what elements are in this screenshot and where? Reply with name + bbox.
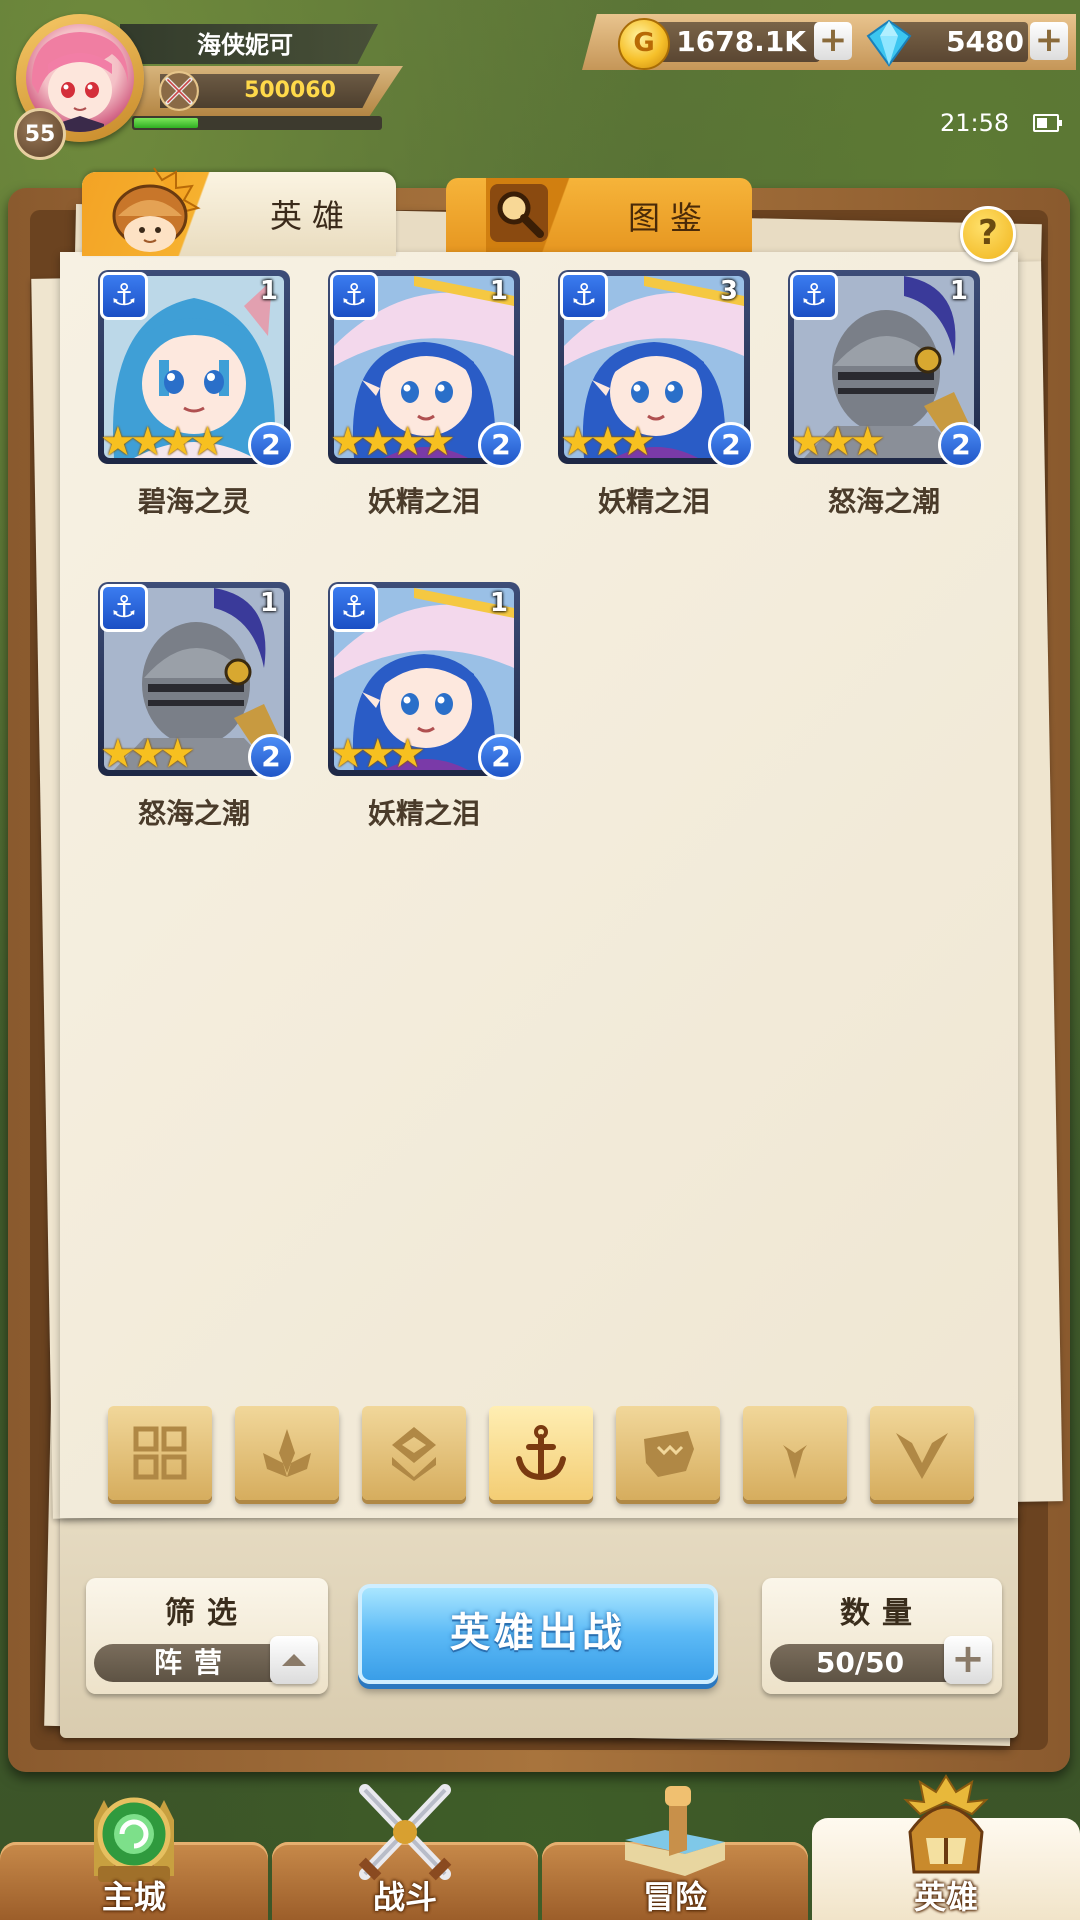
hero-name: 怒海之潮 (827, 485, 940, 518)
hero-name: 妖精之泪 (367, 485, 480, 518)
status-clock: 21:58 (940, 109, 1010, 137)
filter-button-horn-faction[interactable] (743, 1406, 847, 1500)
hero-name: 怒海之潮 (137, 797, 250, 830)
nav-label: 英雄 (913, 1878, 978, 1916)
player-level-badge: 55 (14, 108, 66, 160)
count-panel-title: 数量 (840, 1596, 924, 1631)
nav-label: 冒险 (642, 1878, 707, 1916)
hero-copies: 1 (489, 276, 508, 306)
anchor-faction-icon: ⚓ (330, 272, 378, 320)
hero-card[interactable]: ⚓ 1 ★★★ 2 (788, 270, 984, 468)
hero-count: 50/50 (815, 1646, 905, 1679)
hero-card[interactable]: ⚓ 3 ★★★ 2 (558, 270, 754, 468)
hero-rank-badge: 2 (248, 734, 294, 780)
hero-stars: ★★★ (330, 731, 426, 777)
filter-panel[interactable]: 筛选 阵营 (86, 1578, 328, 1694)
hero-name: 妖精之泪 (367, 797, 480, 830)
anchor-faction-icon: ⚓ (100, 584, 148, 632)
tab-heroes[interactable]: 英雄 (82, 167, 396, 256)
hero-stars: ★★★ (560, 419, 656, 465)
hero-stars: ★★★★ (100, 419, 225, 465)
add-gold-button[interactable]: + (814, 22, 852, 60)
filter-button-wing-faction[interactable] (870, 1406, 974, 1500)
anchor-faction-icon: ⚓ (560, 272, 608, 320)
battery-icon (1033, 114, 1062, 132)
hero-stars: ★★★★ (330, 419, 455, 465)
hero-stars: ★★★ (100, 731, 196, 777)
hero-copies: 1 (259, 588, 278, 618)
power-value: 500060 (244, 78, 336, 103)
hero-rank-badge: 2 (478, 422, 524, 468)
tab-codex[interactable]: 图鉴 (446, 178, 752, 254)
hero-helmet-icon (886, 1772, 1006, 1882)
hero-rank-badge: 2 (248, 422, 294, 468)
count-panel: 数量 50/50 + (762, 1578, 1002, 1694)
filter-button-all-grid[interactable] (108, 1406, 212, 1500)
leaf-faction-icon (263, 1429, 311, 1477)
hero-copies: 3 (719, 276, 738, 306)
exp-bar-fill (134, 118, 198, 128)
hero-rank-badge: 2 (478, 734, 524, 780)
add-gems-button[interactable]: + (1030, 22, 1068, 60)
all-grid-icon (133, 1426, 187, 1480)
hero-copies: 1 (259, 276, 278, 306)
hero-copies: 1 (489, 588, 508, 618)
hero-name: 妖精之泪 (597, 485, 710, 518)
filter-value: 阵营 (153, 1646, 234, 1679)
filter-button-anchor-faction[interactable] (489, 1406, 593, 1500)
wing-faction-icon (896, 1433, 948, 1479)
hero-card[interactable]: ⚓ 1 ★★★ 2 (328, 582, 524, 780)
gem-amount: 5480 (946, 25, 1024, 58)
hero-stars: ★★★ (790, 419, 886, 465)
nav-label: 战斗 (372, 1878, 437, 1916)
horn-faction-icon (771, 1427, 819, 1479)
anchor-faction-icon (516, 1425, 566, 1481)
anchor-faction-icon: ⚓ (100, 272, 148, 320)
anchor-faction-icon: ⚓ (330, 584, 378, 632)
anchor-faction-icon: ⚓ (790, 272, 838, 320)
diamond-faction-icon (392, 1427, 436, 1481)
magnifier-icon (490, 184, 548, 242)
tab-codex-label: 图鉴 (628, 199, 713, 237)
filter-toggle-button[interactable] (270, 1636, 318, 1684)
nav-label: 主城 (101, 1878, 166, 1916)
chevron-up-icon (282, 1654, 306, 1666)
gold-amount: 1678.1K (676, 25, 806, 58)
beast-faction-icon (644, 1431, 694, 1477)
help-button[interactable]: ? (960, 206, 1016, 262)
hero-card[interactable]: ⚓ 1 ★★★ 2 (98, 582, 294, 780)
tab-heroes-label: 英雄 (270, 197, 355, 235)
hero-name: 碧海之灵 (137, 485, 250, 518)
expand-capacity-button[interactable]: + (944, 1636, 992, 1684)
diamond-gem-icon (866, 19, 912, 67)
hero-rank-badge: 2 (938, 422, 984, 468)
filter-button-diamond-faction[interactable] (362, 1406, 466, 1500)
hero-card[interactable]: ⚓ 1 ★★★★ 2 (98, 270, 294, 468)
filter-button-beast-faction[interactable] (616, 1406, 720, 1500)
hero-card[interactable]: ⚓ 1 ★★★★ 2 (328, 270, 524, 468)
hero-rank-badge: 2 (708, 422, 754, 468)
hero-helmet-icon (112, 167, 201, 252)
filter-panel-title: 筛选 (165, 1596, 249, 1631)
deploy-heroes-button[interactable]: 英雄出战 (358, 1584, 718, 1684)
hero-copies: 1 (949, 276, 968, 306)
filter-button-leaf-faction[interactable] (235, 1406, 339, 1500)
player-name: 海侠妮可 (197, 31, 293, 59)
crossed-swords-power-icon (159, 71, 199, 111)
